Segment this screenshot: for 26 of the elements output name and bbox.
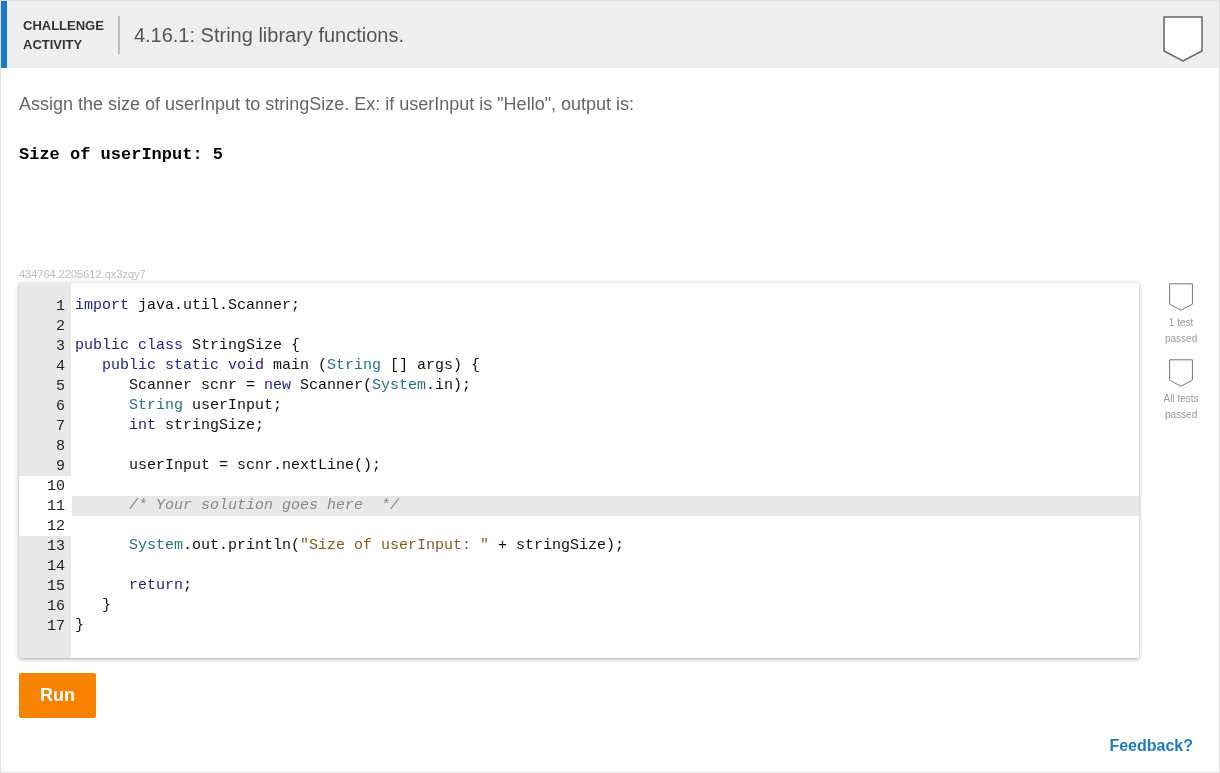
activity-title: 4.16.1: String library functions. <box>133 22 406 48</box>
code-editor[interactable] <box>19 283 1140 658</box>
code-line[interactable]: String userInput; <box>72 396 1140 416</box>
test-status-label: All tests passed <box>1163 392 1199 422</box>
code-line[interactable]: userInput = scnr.nextLine(); <box>72 456 1140 476</box>
code-line[interactable]: int stringSize; <box>72 416 1140 436</box>
test-status-label: 1 test passed <box>1164 316 1198 346</box>
code-line[interactable]: public class StringSize { <box>72 336 1140 356</box>
code-line[interactable]: import java.util.Scanner; <box>72 296 1140 316</box>
code-line[interactable]: return; <box>72 576 1140 596</box>
example-output: Size of userInput: 5 <box>19 144 225 166</box>
line-number: 12 <box>19 516 71 536</box>
code-line[interactable]: } <box>72 616 1140 636</box>
activity-id: 434764.2205612.qx3zqy7 <box>19 266 146 282</box>
test-badge-icon <box>1169 283 1194 311</box>
line-number: 11 <box>19 496 71 516</box>
activity-type-label: CHALLENGE ACTIVITY <box>23 15 120 54</box>
feedback-link[interactable]: Feedback? <box>1109 734 1193 758</box>
code-line[interactable]: Scanner scnr = new Scanner(System.in); <box>72 376 1140 396</box>
code-line[interactable]: System.out.println("Size of userInput: " + stringSize); <box>72 536 1140 556</box>
code-line[interactable]: } <box>72 596 1140 616</box>
completion-badge-icon <box>1163 15 1203 62</box>
code-line[interactable]: public static void main (String [] args) { <box>72 356 1140 376</box>
line-number: 10 <box>19 476 71 496</box>
test-badge-icon <box>1169 359 1194 387</box>
instructions-text: Assign the size of userInput to stringSize. Ex: if userInput is "Hello", output is: <box>19 93 636 116</box>
